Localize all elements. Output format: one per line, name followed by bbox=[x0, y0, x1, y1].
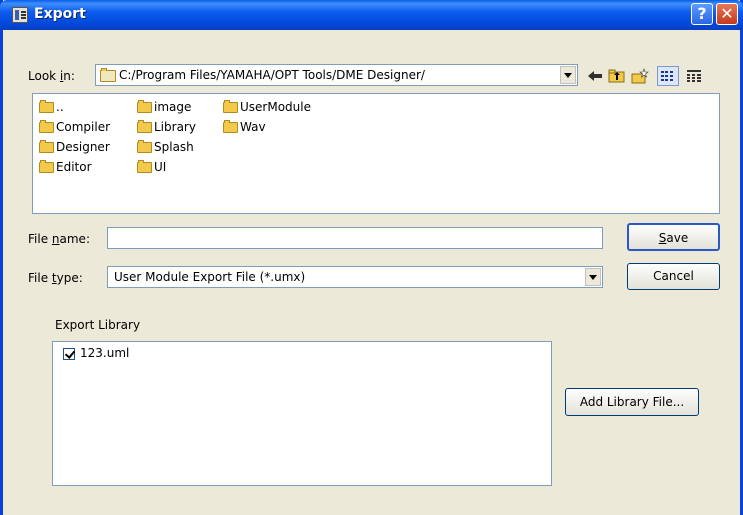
list-item[interactable]: image bbox=[137, 98, 191, 116]
file-type-dropdown-button[interactable] bbox=[585, 268, 601, 286]
look-in-combo[interactable]: C:/Program Files/YAMAHA/OPT Tools/DME De… bbox=[95, 64, 578, 86]
export-library-label: Export Library bbox=[55, 318, 141, 332]
folder-icon bbox=[100, 67, 116, 82]
folder-icon bbox=[223, 120, 238, 133]
look-in-label: Look in: bbox=[28, 69, 75, 83]
folder-icon bbox=[137, 160, 152, 173]
add-library-file-button[interactable]: Add Library File... bbox=[565, 388, 699, 416]
back-arrow-icon[interactable] bbox=[586, 68, 604, 84]
up-folder-icon[interactable] bbox=[608, 68, 626, 84]
folder-icon bbox=[39, 160, 54, 173]
list-item[interactable]: Compiler bbox=[39, 118, 110, 136]
folder-icon bbox=[39, 100, 54, 113]
folder-icon bbox=[137, 120, 152, 133]
export-dialog: Export ? ✕ Look in: C:/Program Files/YAM… bbox=[0, 0, 743, 515]
look-in-dropdown-button[interactable] bbox=[560, 66, 576, 84]
folder-icon bbox=[39, 120, 54, 133]
app-icon bbox=[12, 7, 28, 23]
list-item[interactable]: UI bbox=[137, 158, 166, 176]
file-name-input[interactable] bbox=[107, 227, 603, 249]
help-button[interactable]: ? bbox=[691, 3, 713, 25]
list-item[interactable]: Library bbox=[137, 118, 196, 136]
look-in-value: C:/Program Files/YAMAHA/OPT Tools/DME De… bbox=[100, 67, 425, 82]
new-folder-icon[interactable] bbox=[631, 68, 649, 84]
export-library-list[interactable]: 123.uml bbox=[52, 341, 552, 486]
list-view-icon[interactable] bbox=[657, 66, 679, 86]
list-item[interactable]: Splash bbox=[137, 138, 194, 156]
library-item-checkbox[interactable] bbox=[63, 348, 75, 360]
folder-icon bbox=[137, 100, 152, 113]
file-type-label: File type: bbox=[28, 271, 83, 285]
window-title: Export bbox=[34, 6, 86, 22]
file-type-combo[interactable]: User Module Export File (*.umx) bbox=[107, 266, 603, 288]
folder-icon bbox=[39, 140, 54, 153]
list-item[interactable]: .. bbox=[39, 98, 64, 116]
folder-icon bbox=[223, 100, 238, 113]
list-item[interactable]: Editor bbox=[39, 158, 92, 176]
title-bar[interactable]: Export ? ✕ bbox=[0, 0, 743, 30]
save-button[interactable]: Save bbox=[627, 223, 720, 251]
folder-icon bbox=[137, 140, 152, 153]
list-item[interactable]: UserModule bbox=[223, 98, 311, 116]
cancel-button[interactable]: Cancel bbox=[627, 263, 720, 290]
library-item-label: 123.uml bbox=[80, 346, 130, 360]
file-list[interactable]: .. Compiler Designer Editor image Librar… bbox=[32, 93, 720, 214]
list-item[interactable]: Designer bbox=[39, 138, 110, 156]
list-item[interactable]: Wav bbox=[223, 118, 266, 136]
details-view-icon[interactable] bbox=[685, 68, 703, 84]
close-button[interactable]: ✕ bbox=[716, 3, 738, 25]
file-name-label: File name: bbox=[28, 232, 90, 246]
